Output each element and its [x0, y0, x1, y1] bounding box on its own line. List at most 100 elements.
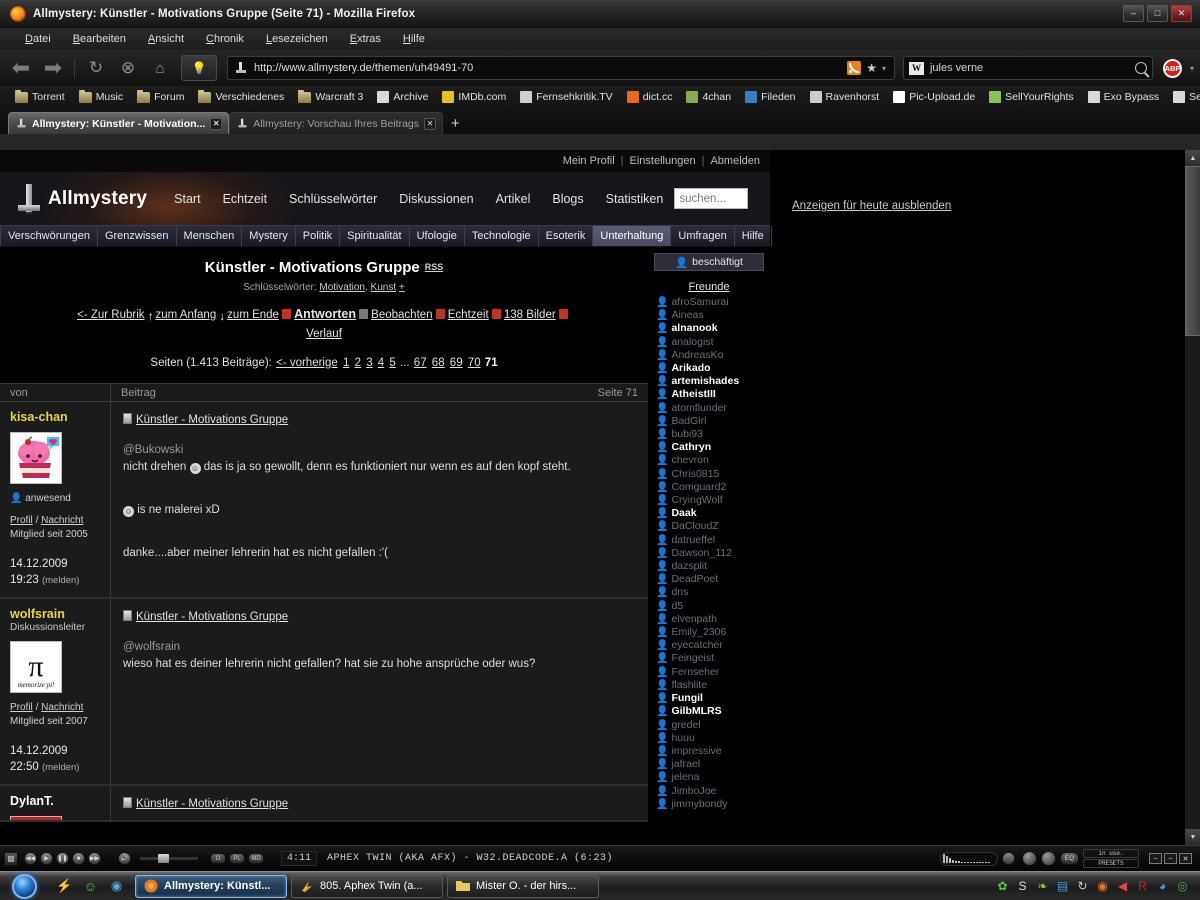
bookmarks-toolbar[interactable]: Torrent Music Forum Verschiedenes Warcraft 3… [0, 86, 1200, 108]
account-link-abmelden[interactable]: Abmelden [710, 155, 760, 167]
tool-label[interactable]: Antworten [294, 307, 356, 321]
category-menschen[interactable]: Menschen [177, 226, 243, 246]
maximize-button[interactable]: □ [1147, 5, 1168, 22]
friends-title[interactable]: Freunde [648, 281, 770, 293]
keyword-link-motivation[interactable]: Motivation [319, 282, 365, 293]
friend-DeadPoet[interactable]: 👤 DeadPoet [648, 573, 770, 586]
bookmark-warcraft-3[interactable]: Warcraft 3 [291, 89, 370, 103]
friend-flashlite[interactable]: 👤 flashlite [648, 679, 770, 692]
bookmark-verschiedenes[interactable]: Verschiedenes [191, 89, 291, 103]
account-link-einstellungen[interactable]: Einstellungen [630, 155, 696, 167]
post-author-name[interactable]: wolfsrain [10, 607, 110, 621]
friend-Dawson_112[interactable]: 👤 Dawson_112 [648, 547, 770, 560]
new-tab-button[interactable]: + [443, 115, 468, 134]
keyword-add-link[interactable]: + [399, 282, 405, 293]
bookmark-serials-keys[interactable]: Serials & Keys [1166, 91, 1200, 103]
rss-feed-icon[interactable] [847, 61, 862, 75]
adblock-plus-icon[interactable]: ABP [1162, 58, 1182, 78]
tool-label[interactable]: 138 Bilder [504, 309, 556, 321]
winamp-toggles[interactable]: O PL MD [210, 853, 267, 864]
friend-jimmybondy[interactable]: 👤 jimmybondy [648, 798, 770, 811]
hide-ads-link[interactable]: Anzeigen für heute ausblenden [780, 150, 1180, 212]
bookmark-sellyourrights[interactable]: SellYourRights [982, 91, 1081, 103]
menu-item-chronik[interactable]: Chronik [195, 31, 255, 47]
category-technologie[interactable]: Technologie [465, 226, 539, 246]
pager-page-69[interactable]: 69 [450, 357, 463, 369]
friend-GilbMLRS[interactable]: 👤 GilbMLRS [648, 705, 770, 718]
friend-Aineas[interactable]: 👤 Aineas [648, 309, 770, 322]
bookmark-forum[interactable]: Forum [130, 89, 191, 103]
category-grenzwissen[interactable]: Grenzwissen [98, 226, 177, 246]
pager-prev[interactable]: <- vorherige [276, 357, 338, 369]
nav-schlüsselwörter[interactable]: Schlüsselwörter [278, 192, 388, 206]
friend-datrueffel[interactable]: 👤 datrueffel [648, 534, 770, 547]
tool--zur-rubrik[interactable]: <- Zur Rubrik [77, 309, 144, 321]
friend-impressive[interactable]: 👤 impressive [648, 745, 770, 758]
url-bar[interactable]: http://www.allmystery.de/themen/uh49491-… [227, 56, 895, 80]
friend-dns[interactable]: 👤 dns [648, 586, 770, 599]
stop-icon[interactable]: ⊗ [113, 54, 143, 82]
friend-gredel[interactable]: 👤 gredel [648, 719, 770, 732]
url-text[interactable]: http://www.allmystery.de/themen/uh49491-… [254, 62, 473, 74]
nav-blogs[interactable]: Blogs [541, 192, 594, 206]
friend-elvenpath[interactable]: 👤 elvenpath [648, 613, 770, 626]
bookmark-fernsehkritik-tv[interactable]: Fernsehkritik.TV [513, 91, 619, 103]
drop-icon[interactable]: ◕ [1155, 879, 1170, 894]
balance-knob-icon[interactable] [1022, 851, 1037, 866]
scroll-up-icon[interactable]: ▲ [1185, 150, 1200, 166]
winamp-btn-1[interactable]: ▶ [40, 852, 53, 865]
bookmark-pic-upload-de[interactable]: Pic-Upload.de [886, 91, 982, 103]
winamp-toggle-MD[interactable]: MD [248, 853, 264, 864]
tool-label[interactable]: Beobachten [371, 309, 432, 321]
winamp-btn-0[interactable]: ◀◀ [24, 852, 37, 865]
friend-d5[interactable]: 👤 d5 [648, 600, 770, 613]
tool-label[interactable]: <- Zur Rubrik [77, 309, 144, 321]
winamp-right-controls[interactable]: EQ in use. PRESETS – – ✕ [940, 848, 1196, 869]
avatar[interactable]: π memorize pi! [10, 641, 62, 693]
friend-Chris0815[interactable]: 👤 Chris0815 [648, 468, 770, 481]
start-button[interactable] [2, 872, 46, 900]
friend-JimboJoe[interactable]: 👤 JimboJoe [648, 785, 770, 798]
media-quicklaunch-icon[interactable]: ☺ [82, 878, 99, 895]
category-esoterik[interactable]: Esoterik [539, 226, 594, 246]
search-bar[interactable]: W jules verne [902, 56, 1153, 80]
friend-huuu[interactable]: 👤 huuu [648, 732, 770, 745]
tool-antworten[interactable]: Antworten [282, 307, 356, 321]
scrollbar-thumb[interactable] [1185, 166, 1200, 336]
volume-slider[interactable] [140, 854, 198, 863]
friend-DaCloudZ[interactable]: 👤 DaCloudZ [648, 520, 770, 533]
tab-bar[interactable]: Allmystery: Künstler - Motivation... ✕ All… [0, 108, 1200, 134]
winamp-close-icon[interactable]: ✕ [1179, 853, 1192, 864]
tab-close-icon[interactable]: ✕ [424, 117, 437, 130]
task-buttons[interactable]: Allmystery: Künstl... 805. Aphex Twin (a.… [135, 874, 599, 898]
tool-zum-anfang[interactable]: ↑ zum Anfang [148, 309, 216, 323]
visualizer[interactable] [940, 851, 998, 866]
winamp-minimize-icon[interactable]: – [1149, 853, 1162, 864]
eq-button[interactable]: EQ [1060, 852, 1079, 865]
nachricht-link[interactable]: Nachricht [41, 515, 83, 526]
menu-item-extras[interactable]: Extras [339, 31, 392, 47]
sync-icon[interactable]: ↻ [1075, 879, 1090, 894]
volume-icon[interactable]: 🔊 [118, 852, 131, 865]
friend-eyecatcher[interactable]: 👤 eyecatcher [648, 639, 770, 652]
winamp-btn-3[interactable]: ■ [72, 852, 85, 865]
search-input[interactable]: jules verne [930, 62, 1129, 74]
window-icon[interactable]: ▤ [1055, 879, 1070, 894]
menu-item-hilfe[interactable]: Hilfe [392, 31, 436, 47]
speaker-icon[interactable]: ◀ [1115, 879, 1130, 894]
pager-page-2[interactable]: 2 [355, 357, 361, 369]
menu-item-datei[interactable]: Datei [14, 31, 62, 47]
tool-beobachten[interactable]: Beobachten [359, 309, 433, 321]
post-author-name[interactable]: DylanT. [10, 794, 110, 808]
bookmark-star-icon[interactable]: ★ [866, 61, 877, 75]
pager-page-1[interactable]: 1 [343, 357, 349, 369]
scroll-down-icon[interactable]: ▼ [1185, 829, 1200, 845]
window-controls[interactable]: – □ ✕ [1123, 5, 1196, 22]
tool-echtzeit[interactable]: Echtzeit [435, 309, 489, 321]
winamp-transport[interactable]: ◀◀ ▶ ❚❚ ■ ▶▶ [24, 852, 104, 865]
thread-toolbar[interactable]: <- Zur Rubrik ↑ zum Anfang ↓ zum Ende Antw… [0, 306, 648, 343]
search-icon[interactable] [1134, 62, 1147, 74]
tool-zum-ende[interactable]: ↓ zum Ende [219, 309, 279, 323]
pager-page-4[interactable]: 4 [378, 357, 384, 369]
tool-label[interactable]: Echtzeit [448, 309, 489, 321]
